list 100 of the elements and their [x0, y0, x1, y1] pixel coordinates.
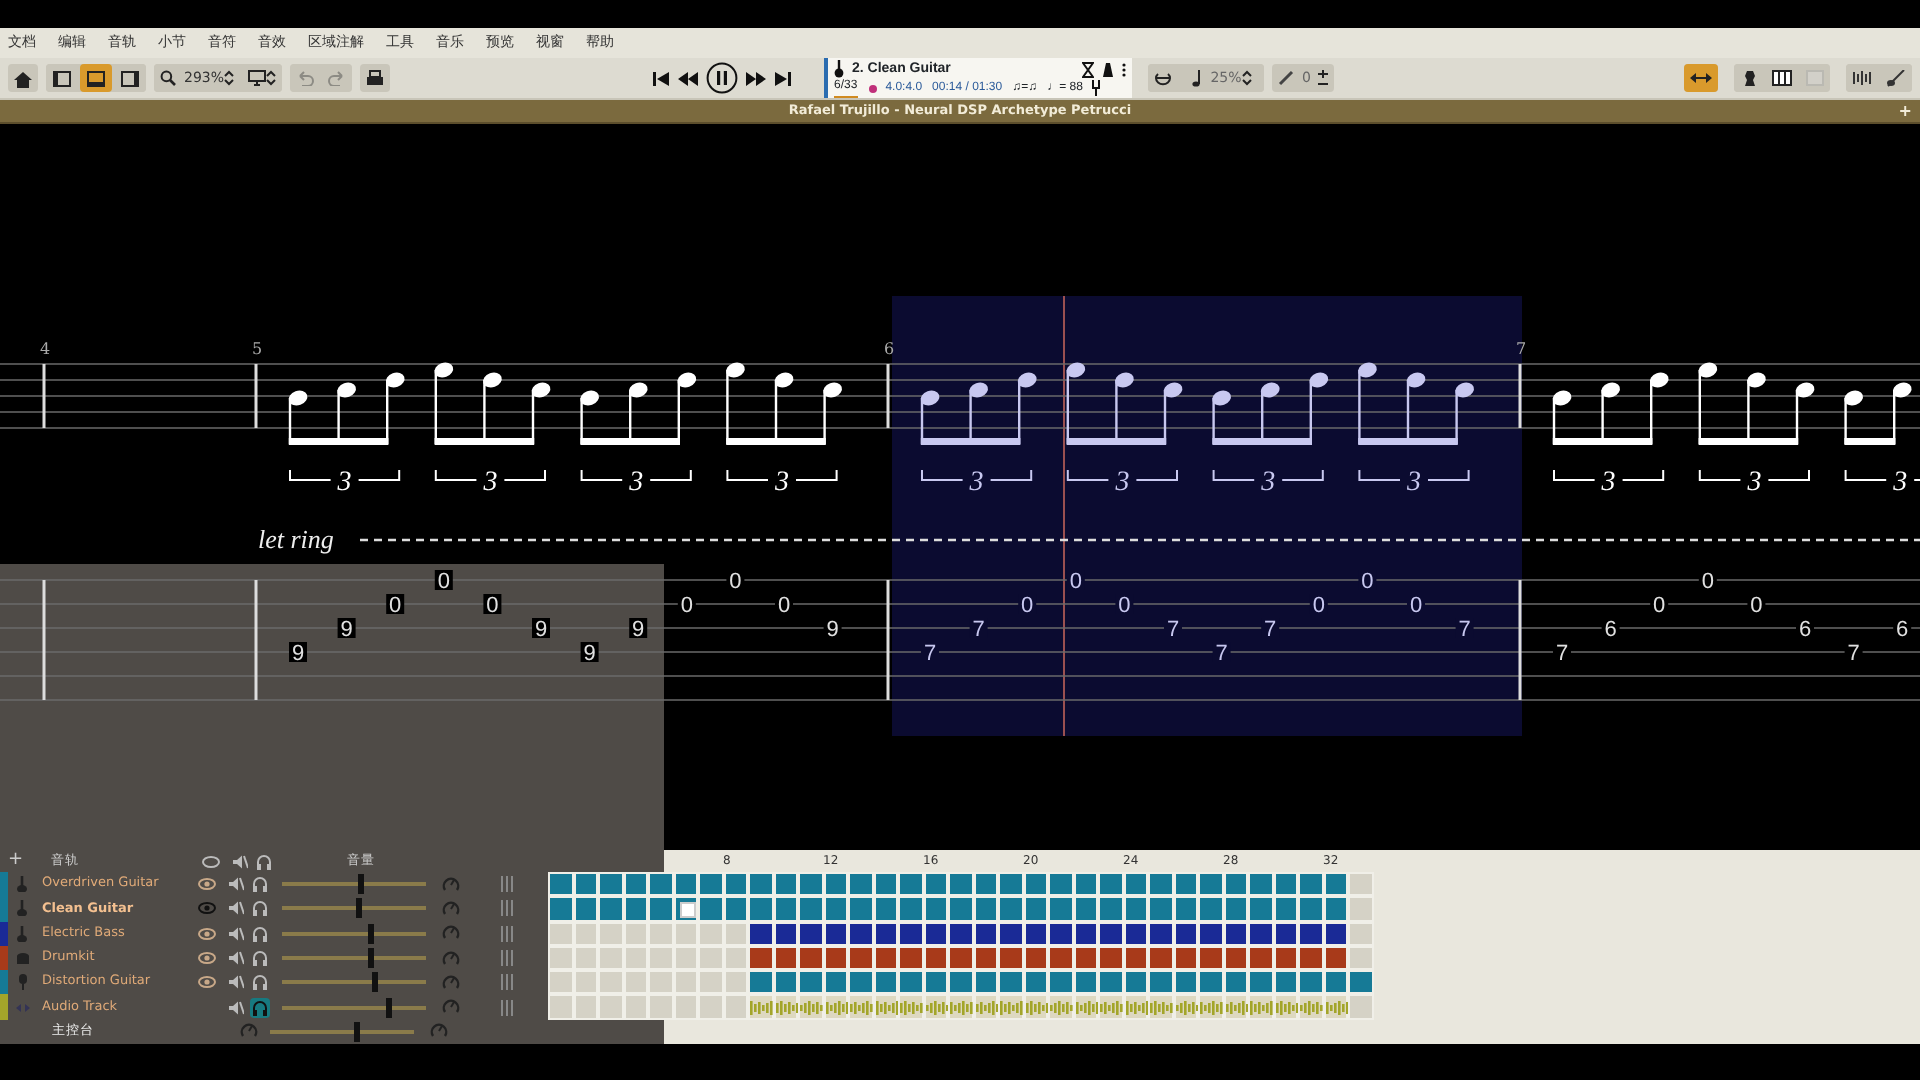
speaker-icon[interactable] [228, 925, 244, 942]
fret-number: 0 [1750, 594, 1763, 618]
measure-number: 5 [252, 340, 263, 358]
visibility-icon[interactable] [198, 878, 216, 891]
status-dot-icon [867, 83, 878, 93]
plus-minus-icon [1318, 69, 1329, 87]
slider-thumb[interactable] [371, 972, 378, 993]
screen-button[interactable] [242, 64, 283, 92]
home-button[interactable] [8, 64, 38, 92]
speaker-icon[interactable] [228, 974, 244, 991]
visibility-icon [201, 855, 220, 867]
speaker-icon[interactable] [228, 950, 244, 967]
solo-button[interactable] [250, 997, 270, 1018]
layout-button[interactable] [80, 64, 112, 92]
equalizer-icon[interactable] [500, 900, 514, 917]
headphones-icon [252, 974, 268, 991]
arrows-button[interactable] [1684, 64, 1718, 92]
headphones-icon [252, 999, 268, 1016]
fret-number: 9 [583, 642, 596, 666]
fret-number: 7 [1215, 642, 1228, 666]
stepper-icon [266, 70, 277, 86]
slider-thumb[interactable] [368, 948, 375, 969]
beamed-notes-drawing [434, 362, 551, 445]
beamed-notes-drawing [1552, 372, 1669, 445]
solo-button[interactable] [250, 874, 270, 895]
equalizer-icon[interactable] [500, 999, 514, 1016]
arrows-icon [1690, 69, 1712, 87]
hourglass-icon[interactable] [1082, 61, 1094, 77]
beamed-notes-drawing [580, 372, 697, 445]
fret-number: 0 [1653, 594, 1666, 618]
solo-button[interactable] [250, 898, 270, 919]
fret-number: 7 [923, 642, 937, 666]
redo-icon [328, 70, 347, 86]
fret-number: 0 [1069, 570, 1082, 594]
rewind-icon[interactable] [678, 69, 698, 87]
fret-number: 9 [534, 618, 548, 642]
equalizer-icon[interactable] [500, 925, 514, 942]
tuplet-number: 3 [1601, 468, 1616, 498]
visibility-icon[interactable] [198, 952, 216, 965]
measure-number: 4 [40, 340, 51, 358]
visibility-icon[interactable] [198, 927, 216, 940]
guitar-body-icon [1741, 69, 1757, 87]
undo-icon [296, 70, 315, 86]
monitor-icon [248, 70, 267, 86]
piano-button[interactable] [1766, 64, 1798, 92]
layout-icon [52, 69, 72, 87]
tuplet-number: 3 [775, 468, 789, 498]
fret-number: 0 [1312, 594, 1325, 618]
guitar-icon [834, 60, 844, 78]
equalizer-icon[interactable] [500, 974, 514, 991]
tuplet-number: 3 [969, 468, 984, 498]
slider-thumb[interactable] [385, 997, 392, 1018]
fret-number: 7 [1264, 618, 1277, 642]
speaker-icon[interactable] [228, 900, 244, 917]
add-track-button[interactable]: + [8, 847, 24, 875]
tuplet-number: 3 [1893, 468, 1908, 498]
guitar-icon [16, 900, 30, 917]
slider-thumb[interactable] [368, 923, 375, 944]
fast-forward-icon[interactable] [746, 69, 766, 87]
fret-number: 7 [1847, 642, 1860, 666]
guitar-icon [1886, 69, 1906, 87]
fret-number: 0 [729, 570, 742, 594]
metronome-icon[interactable] [1102, 61, 1114, 77]
equalizer-icon[interactable] [500, 950, 514, 967]
panel-icon [1806, 69, 1824, 87]
equalizer-icon[interactable] [500, 876, 514, 893]
skip-end-icon[interactable] [774, 69, 792, 87]
fret-number: 9 [291, 642, 305, 666]
solo-button[interactable] [250, 948, 270, 969]
slider-thumb[interactable] [355, 898, 362, 919]
skip-start-icon[interactable] [652, 69, 670, 87]
solo-button[interactable] [250, 972, 270, 993]
solo-button[interactable] [250, 923, 270, 944]
mixer-icon [1852, 69, 1872, 87]
stepper-icon [224, 70, 235, 86]
fret-number: 0 [1118, 594, 1131, 618]
fret-number: 9 [632, 618, 645, 642]
microphone-icon [16, 974, 30, 991]
tuplet-number: 3 [629, 468, 644, 498]
visibility-icon[interactable] [198, 976, 216, 989]
tuplet-number: 3 [1747, 468, 1762, 498]
fret-number: 9 [340, 618, 353, 642]
loop-icon [1154, 70, 1172, 86]
measure-number: 6 [884, 340, 895, 358]
pause-icon[interactable] [706, 62, 738, 94]
add-button[interactable]: + [1898, 100, 1912, 124]
slider-thumb[interactable] [353, 1021, 360, 1042]
fret-number: 7 [1458, 618, 1471, 642]
fret-number: 9 [826, 618, 839, 642]
fret-number: 0 [1409, 594, 1423, 618]
beamed-notes-drawing [288, 372, 405, 445]
print-button[interactable] [360, 64, 391, 92]
home-icon [14, 69, 32, 87]
slider-thumb[interactable] [358, 874, 365, 895]
headphones-icon [252, 950, 268, 967]
speaker-icon[interactable] [228, 999, 244, 1016]
beamed-notes-drawing [1358, 362, 1474, 445]
headphones-icon [252, 876, 268, 893]
tuning-fork-icon[interactable] [1092, 80, 1101, 96]
speaker-icon[interactable] [228, 876, 244, 893]
